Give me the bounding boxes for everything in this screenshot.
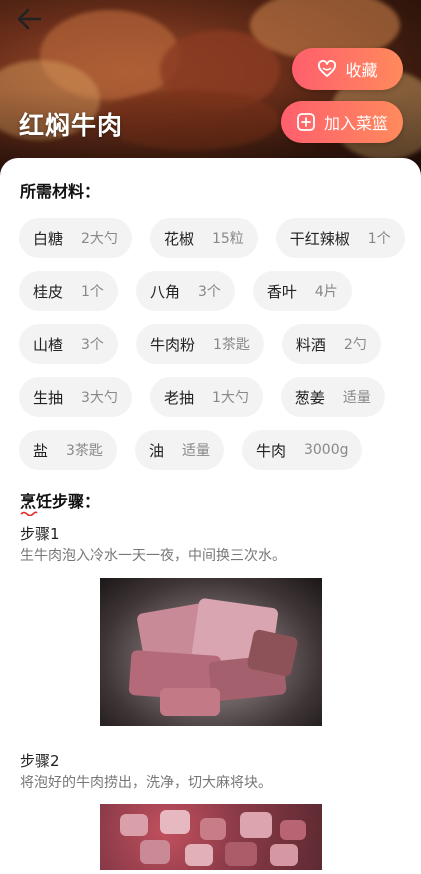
ingredient-chip[interactable]: 盐 3茶匙: [19, 430, 117, 470]
ingredient-row: 山楂 3个 牛肉粉 1茶匙 料酒 2勺: [19, 324, 409, 364]
ingredient-chip[interactable]: 料酒 2勺: [281, 324, 381, 364]
ingredient-qty: 3个: [81, 337, 104, 353]
ingredient-row: 生抽 3大勺 老抽 1大勺 葱姜 适量: [19, 377, 409, 417]
ingredient-name: 白糖: [33, 229, 64, 248]
back-arrow-icon: [17, 8, 42, 30]
ingredient-name: 牛肉粉: [149, 335, 195, 354]
ingredient-qty: 2勺: [343, 337, 367, 353]
ingredient-chip[interactable]: 生抽 3大勺: [19, 377, 132, 417]
heart-icon: [318, 60, 337, 77]
step-2-title: 步骤2: [20, 752, 60, 770]
ingredient-qty: 3大勺: [81, 390, 118, 406]
ingredient-qty: 4片: [314, 284, 338, 300]
plus-square-icon: [297, 113, 315, 131]
ingredient-name: 葱姜: [294, 388, 325, 407]
ingredient-list: 白糖 2大勺 花椒 15粒 干红辣椒 1个 桂皮 1个 八角 3个 香叶 4片 山楂 3个 牛…: [19, 218, 409, 483]
ingredient-qty: 1茶匙: [212, 337, 250, 353]
ingredient-chip[interactable]: 干红辣椒 1个: [275, 218, 405, 258]
ingredient-name: 八角: [149, 282, 180, 301]
ingredient-chip[interactable]: 葱姜 适量: [280, 377, 385, 417]
ingredient-chip[interactable]: 牛肉 3000g: [241, 430, 363, 470]
ingredient-qty: 1个: [81, 284, 104, 300]
ingredient-row: 盐 3茶匙 油 适量 牛肉 3000g: [19, 430, 409, 470]
ingredient-qty: 3茶匙: [66, 443, 103, 459]
ingredient-name: 料酒: [295, 335, 326, 354]
ingredient-chip[interactable]: 香叶 4片: [252, 271, 352, 311]
ingredient-name: 老抽: [163, 388, 194, 407]
ingredient-name: 山楂: [33, 335, 64, 354]
ingredient-chip[interactable]: 八角 3个: [135, 271, 235, 311]
ingredient-qty: 适量: [181, 443, 210, 459]
ingredient-qty: 适量: [342, 390, 371, 406]
favorite-button[interactable]: 收藏: [292, 48, 403, 90]
back-button[interactable]: [14, 4, 44, 34]
ingredient-chip[interactable]: 老抽 1大勺: [149, 377, 263, 417]
ingredient-qty: 3个: [197, 284, 221, 300]
add-basket-label: 加入菜篮: [323, 114, 388, 133]
ingredient-row: 桂皮 1个 八角 3个 香叶 4片: [19, 271, 409, 311]
ingredient-qty: 3000g: [303, 442, 349, 458]
step-2-image: [100, 804, 322, 870]
ingredient-qty: 15粒: [211, 231, 244, 247]
hero-image: [0, 0, 421, 180]
ingredient-name: 香叶: [266, 282, 297, 301]
ingredient-name: 牛肉: [255, 441, 286, 460]
spellcheck-underline: [20, 511, 38, 516]
ingredient-name: 干红辣椒: [289, 229, 350, 248]
step-1-desc: 生牛肉泡入冷水一天一夜，中间换三次水。: [20, 548, 286, 564]
ingredient-chip[interactable]: 花椒 15粒: [149, 218, 258, 258]
step-1-title: 步骤1: [20, 525, 60, 543]
ingredient-chip[interactable]: 白糖 2大勺: [19, 218, 132, 258]
page-title: 红焖牛肉: [19, 111, 124, 140]
steps-heading: 烹饪步骤：: [20, 492, 101, 511]
step-2-desc: 将泡好的牛肉捞出，洗净，切大麻将块。: [20, 775, 272, 791]
ingredient-name: 生抽: [33, 388, 64, 407]
ingredient-name: 盐: [33, 441, 49, 460]
ingredient-chip[interactable]: 山楂 3个: [19, 324, 118, 364]
ingredient-name: 油: [148, 441, 164, 460]
ingredient-qty: 2大勺: [81, 231, 118, 247]
ingredient-chip[interactable]: 牛肉粉 1茶匙: [135, 324, 264, 364]
favorite-label: 收藏: [345, 61, 378, 80]
step-1-image: [100, 578, 322, 726]
ingredient-name: 花椒: [163, 229, 194, 248]
ingredient-chip[interactable]: 油 适量: [134, 430, 224, 470]
ingredient-row: 白糖 2大勺 花椒 15粒 干红辣椒 1个: [19, 218, 409, 258]
ingredient-name: 桂皮: [33, 282, 64, 301]
ingredient-qty: 1个: [367, 231, 391, 247]
content-sheet: 所需材料： 白糖 2大勺 花椒 15粒 干红辣椒 1个 桂皮 1个 八角 3个 香叶 4片 …: [0, 158, 421, 874]
add-to-basket-button[interactable]: 加入菜篮: [281, 101, 403, 143]
ingredients-heading: 所需材料：: [20, 182, 101, 201]
ingredient-qty: 1大勺: [211, 390, 249, 406]
ingredient-chip[interactable]: 桂皮 1个: [19, 271, 118, 311]
